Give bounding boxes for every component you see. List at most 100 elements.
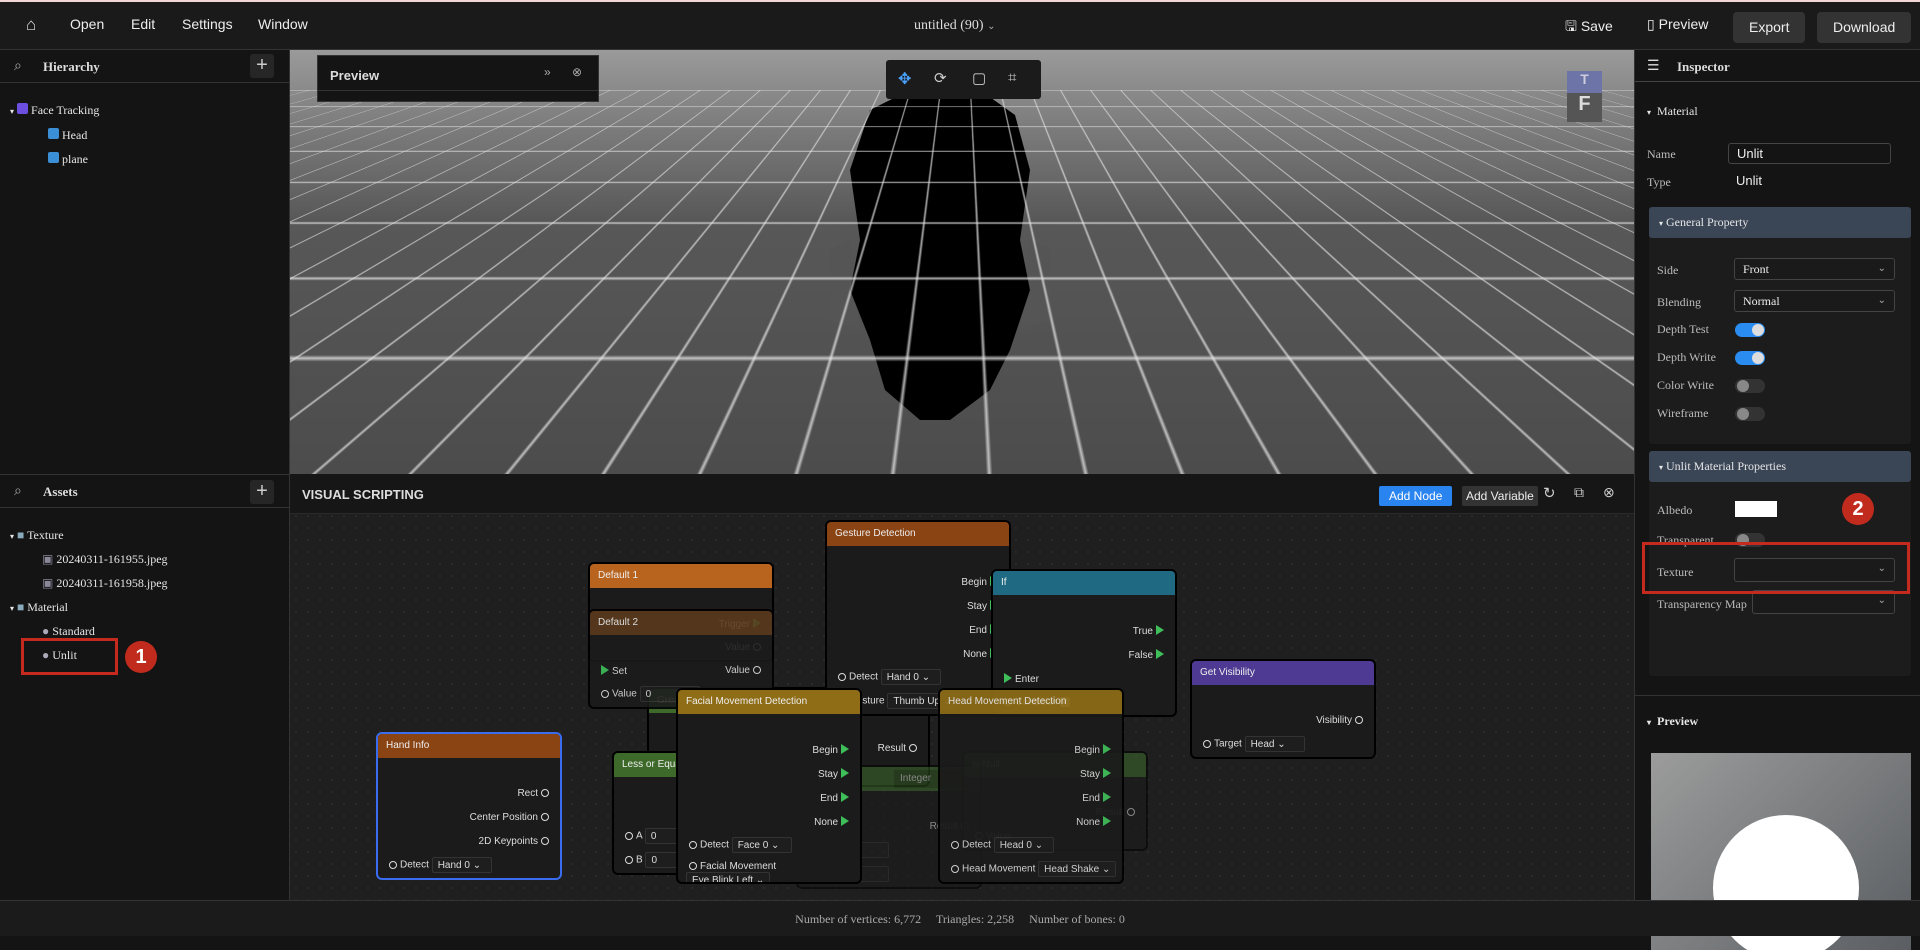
data-out-pin-icon[interactable] (541, 789, 549, 797)
data-out-pin-icon[interactable] (541, 813, 549, 821)
data-in-pin-icon[interactable] (601, 689, 609, 698)
exec-in-pin-icon[interactable] (601, 665, 609, 675)
rect-transform-icon[interactable]: ⌗ (1008, 69, 1016, 86)
unlit-properties-header[interactable]: ▾ Unlit Material Properties (1649, 451, 1911, 482)
blending-select[interactable]: Normal ⌄ (1734, 290, 1895, 312)
output-port[interactable]: None (1076, 816, 1114, 828)
input-port[interactable]: Head Movement Head Shake ⌄ (948, 861, 1117, 877)
hierarchy-item-plane[interactable]: plane (48, 152, 88, 167)
port-select[interactable]: Eye Blink Left ⌄ (686, 872, 771, 882)
data-in-pin-icon[interactable] (689, 862, 697, 870)
hierarchy-item-face-tracking[interactable]: ▾ Face Tracking (10, 103, 99, 118)
output-port[interactable]: Stay (1080, 768, 1114, 780)
output-port[interactable]: None (814, 816, 852, 828)
menu-window[interactable]: Window (258, 16, 308, 32)
node-canvas[interactable]: Greater ThanIntegerResultA 0Less or Equa… (290, 474, 1634, 900)
input-port[interactable]: Detect Head 0 ⌄ (948, 837, 1054, 853)
port-select[interactable]: Hand 0 ⌄ (431, 857, 492, 873)
search-icon[interactable]: ⌕ (14, 482, 22, 499)
general-property-header[interactable]: ▾ General Property (1649, 207, 1911, 238)
input-port[interactable]: Enter (1001, 673, 1039, 685)
gizmo-top[interactable]: T (1567, 71, 1602, 93)
input-port[interactable]: Detect Hand 0 ⌄ (835, 669, 941, 685)
download-button[interactable]: Download (1817, 12, 1912, 43)
node-header[interactable]: Facial Movement Detection (678, 690, 860, 714)
output-port[interactable]: Center Position (470, 812, 552, 823)
script-node[interactable]: Hand Info Rect Center Position 2D Keypoints… (376, 732, 562, 880)
hierarchy-item-head[interactable]: Head (48, 128, 87, 143)
output-port[interactable]: Begin (1074, 744, 1114, 756)
port-select[interactable]: Head ⌄ (1244, 736, 1305, 752)
exec-out-pin-icon[interactable] (841, 744, 849, 754)
node-header[interactable]: Default 2 (590, 611, 772, 635)
menu-edit[interactable]: Edit (131, 16, 155, 32)
output-port[interactable]: Begin (812, 744, 852, 756)
gizmo-front[interactable]: F (1567, 93, 1602, 122)
exec-out-pin-icon[interactable] (1103, 792, 1111, 802)
node-header[interactable]: Default 1 (590, 564, 772, 588)
data-out-pin-icon[interactable] (1355, 716, 1363, 724)
node-header[interactable]: Gesture Detection (827, 522, 1009, 546)
exec-out-pin-icon[interactable] (1103, 744, 1111, 754)
data-out-pin-icon[interactable] (541, 837, 549, 845)
toggle-color-write[interactable] (1735, 379, 1765, 393)
exec-out-pin-icon[interactable] (1156, 625, 1164, 635)
exec-out-pin-icon[interactable] (841, 816, 849, 826)
orientation-gizmo[interactable]: T F (1567, 71, 1602, 122)
albedo-color-swatch[interactable] (1735, 501, 1777, 517)
material-section-toggle[interactable]: ▾ Material (1647, 104, 1698, 119)
search-icon[interactable]: ⌕ (14, 57, 22, 74)
data-out-pin-icon[interactable] (1127, 808, 1135, 816)
toggle-wireframe[interactable] (1735, 407, 1765, 421)
data-out-pin-icon[interactable] (909, 744, 917, 752)
export-button[interactable]: Export (1733, 12, 1806, 43)
input-port[interactable]: Target Head ⌄ (1200, 736, 1305, 752)
project-title[interactable]: untitled (90) ⌄ (914, 18, 996, 34)
toggle-depth-write[interactable] (1735, 351, 1765, 365)
data-out-pin-icon[interactable] (753, 666, 761, 674)
node-header[interactable]: If (993, 571, 1175, 595)
script-node[interactable]: Gesture Detection Begin Stay End None Detect … (825, 520, 1011, 716)
toggle-depth-test[interactable] (1735, 323, 1765, 337)
side-select[interactable]: Front ⌄ (1734, 258, 1895, 280)
data-in-pin-icon[interactable] (689, 840, 697, 849)
input-port[interactable]: Detect Hand 0 ⌄ (386, 857, 492, 873)
add-asset-button[interactable]: + (250, 480, 274, 504)
node-header[interactable]: Head Movement Detection (940, 690, 1122, 714)
asset-item-standard[interactable]: ● Standard (42, 624, 95, 639)
output-port[interactable]: End (1082, 792, 1114, 804)
exec-out-pin-icon[interactable] (1156, 649, 1164, 659)
data-in-pin-icon[interactable] (389, 860, 397, 869)
home-icon[interactable]: ⌂ (26, 15, 36, 35)
data-in-pin-icon[interactable] (951, 864, 959, 873)
asset-item[interactable]: ▣ 20240311-161955.jpeg (42, 552, 168, 567)
add-object-button[interactable]: + (250, 54, 274, 78)
port-select[interactable]: Head 0 ⌄ (993, 837, 1054, 853)
node-header[interactable]: Hand Info (378, 734, 560, 758)
scale-icon[interactable]: ▢ (972, 69, 986, 87)
output-port[interactable]: False (1129, 649, 1167, 661)
save-button[interactable]: 🖫 Save (1565, 16, 1613, 40)
input-port[interactable]: Set (598, 665, 627, 677)
output-port[interactable]: End (820, 792, 852, 804)
data-in-pin-icon[interactable] (838, 672, 846, 681)
output-port[interactable]: 2D Keypoints (479, 836, 552, 847)
collapse-icon[interactable]: » (544, 65, 551, 79)
rotate-icon[interactable]: ⟳ (934, 69, 947, 87)
port-select[interactable]: Face 0 ⌄ (731, 837, 792, 853)
output-port[interactable]: Visibility (1316, 715, 1366, 726)
input-port[interactable]: Detect Face 0 ⌄ (686, 837, 792, 853)
name-input[interactable]: Unlit (1728, 143, 1891, 164)
output-port[interactable]: Value (725, 665, 764, 676)
output-port[interactable]: Rect (517, 788, 552, 799)
port-select[interactable]: Hand 0 ⌄ (880, 669, 941, 685)
asset-item[interactable]: ▣ 20240311-161958.jpeg (42, 576, 168, 591)
data-in-pin-icon[interactable] (625, 855, 633, 864)
script-node[interactable]: Head Movement Detection Begin Stay End None D… (938, 688, 1124, 884)
input-port[interactable]: Facial Movement Eye Blink Left ⌄ (686, 861, 860, 882)
output-port[interactable]: True (1133, 625, 1167, 637)
scene-viewport[interactable]: Preview » ⊗ ✥ ⟳ ▢ ⌗ T F (290, 50, 1634, 474)
output-port[interactable]: Result (878, 743, 920, 754)
script-node[interactable]: Get Visibility Visibility Target Head ⌄ (1190, 659, 1376, 759)
exec-in-pin-icon[interactable] (1004, 673, 1012, 683)
